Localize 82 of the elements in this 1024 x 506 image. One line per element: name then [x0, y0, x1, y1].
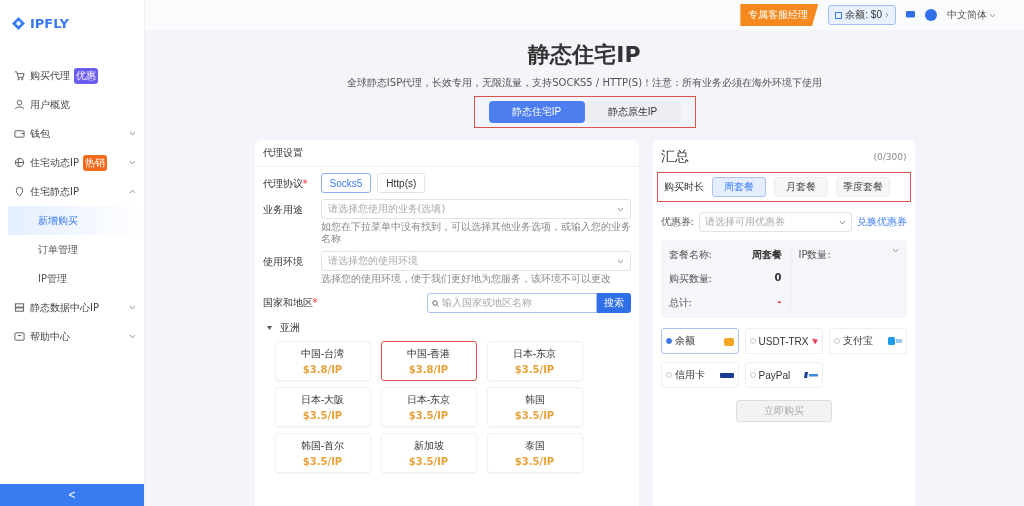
logo-text: IPFLY	[30, 16, 69, 31]
search-icon	[431, 299, 439, 307]
location-card[interactable]: 韩国-首尔 $3.5/IP	[274, 433, 371, 473]
copy-icon	[835, 11, 843, 19]
nav-item[interactable]: 帮助中心	[0, 322, 144, 351]
count-text: (0/300)	[873, 152, 907, 162]
summary-value: 0	[774, 272, 782, 285]
summary-label: 购买数量:	[668, 272, 712, 286]
help-icon	[14, 331, 25, 342]
payment-option[interactable]: 支付宝	[828, 328, 907, 354]
location-card[interactable]: 泰国 $3.5/IP	[486, 433, 583, 473]
location-card[interactable]: 韩国 $3.5/IP	[486, 387, 583, 427]
globe-icon	[14, 157, 25, 168]
summary-label: 总计:	[668, 296, 692, 310]
user-icon	[14, 99, 25, 110]
summary-value: -	[777, 296, 782, 309]
alipay-icon	[887, 337, 902, 345]
redeem-link[interactable]: 兑换优惠券	[856, 215, 907, 229]
tab[interactable]: 静态原生IP	[584, 101, 681, 123]
field-label: 国家和地区*	[262, 296, 318, 310]
card-logo-icon	[719, 372, 734, 378]
nav-subitem[interactable]: IP管理	[8, 264, 144, 293]
field-hint: 选择您的使用环境，便于我们更好地为您服务，该环境不可以更改	[320, 273, 612, 285]
field-hint: 如您在下拉菜单中没有找到，可以选择其他业务选项，或输入您的业务名称	[320, 221, 631, 245]
chevron-icon	[616, 258, 624, 264]
nav-item[interactable]: 住宅动态IP 热销	[0, 148, 144, 177]
search-button[interactable]: 搜索	[596, 293, 631, 313]
tab[interactable]: 静态住宅IP	[488, 101, 585, 123]
payment-option[interactable]: 信用卡	[660, 362, 739, 388]
server-icon	[14, 302, 25, 313]
chevron-icon	[616, 206, 624, 212]
payment-option[interactable]: PayPal	[744, 362, 823, 388]
duration-option[interactable]: 月套餐	[773, 177, 828, 197]
region-group[interactable]: 亚洲	[266, 321, 627, 335]
duration-option[interactable]: 季度套餐	[835, 177, 890, 197]
payment-option[interactable]: USDT-TRX	[744, 328, 823, 354]
protocol-option[interactable]: Http(s)	[377, 173, 426, 193]
nav-subitem[interactable]: 订单管理	[8, 235, 144, 264]
protocol-option[interactable]: Socks5	[320, 173, 372, 193]
wallet-icon	[14, 128, 25, 139]
nav-item[interactable]: 静态数据中心IP	[0, 293, 144, 322]
paypal-icon	[803, 372, 818, 378]
summary-label: IP数量:	[798, 248, 831, 262]
avatar	[925, 9, 937, 21]
summary-value: 周套餐	[751, 248, 782, 262]
nav-item[interactable]: 钱包	[0, 119, 144, 148]
payment-option[interactable]: 余额	[660, 328, 739, 354]
location-card[interactable]: 日本-大阪 $3.5/IP	[274, 387, 371, 427]
nav-item[interactable]: 住宅静态IP	[0, 177, 144, 206]
location-card[interactable]: 中国-台湾 $3.8/IP	[274, 341, 371, 381]
page-subtitle: 全球静态ISP代理，长效专用，无限流量，支持SOCKS5 / HTTP(S)！注意：所有业务必须在海外环境下使用	[346, 76, 823, 90]
triangle-icon	[811, 337, 818, 345]
location-card[interactable]: 日本-东京 $3.5/IP	[486, 341, 583, 381]
card-title: 汇总	[660, 148, 689, 166]
summary-label: 套餐名称:	[668, 248, 712, 262]
nav-item[interactable]: 用户概览	[0, 90, 144, 119]
balance-button[interactable]: 余额: $0	[828, 5, 896, 25]
chevron-icon	[989, 12, 996, 18]
collapse-button[interactable]: <	[0, 484, 144, 506]
pin-icon	[14, 186, 25, 197]
location-card[interactable]: 新加坡 $3.5/IP	[380, 433, 477, 473]
nav-item[interactable]: 购买代理 优惠	[0, 61, 144, 90]
page-title: 静态住宅IP	[528, 41, 641, 69]
field-label: 购买时长	[663, 180, 704, 194]
logo-icon	[12, 17, 25, 30]
card-title: 代理设置	[254, 146, 639, 167]
wallet-icon	[723, 336, 734, 346]
duration-option[interactable]: 周套餐	[711, 177, 766, 197]
location-card[interactable]: 日本-东京 $3.5/IP	[380, 387, 477, 427]
chevron-icon	[891, 248, 899, 253]
field-label: 代理协议*	[262, 177, 309, 191]
chevron-icon	[838, 219, 846, 225]
chevron-icon	[885, 12, 889, 18]
field-label: 业务用途	[262, 203, 304, 217]
chat-icon[interactable]	[906, 11, 915, 19]
location-card[interactable]: 中国-香港 $3.8/IP	[380, 341, 477, 381]
nav-badge: 优惠	[74, 67, 98, 84]
nav-badge: 热销	[83, 154, 107, 171]
language-selector[interactable]: 中文简体	[947, 8, 996, 22]
field-label: 优惠券:	[660, 215, 694, 229]
field-label: 使用环境	[262, 255, 304, 269]
cart-icon	[14, 70, 25, 81]
